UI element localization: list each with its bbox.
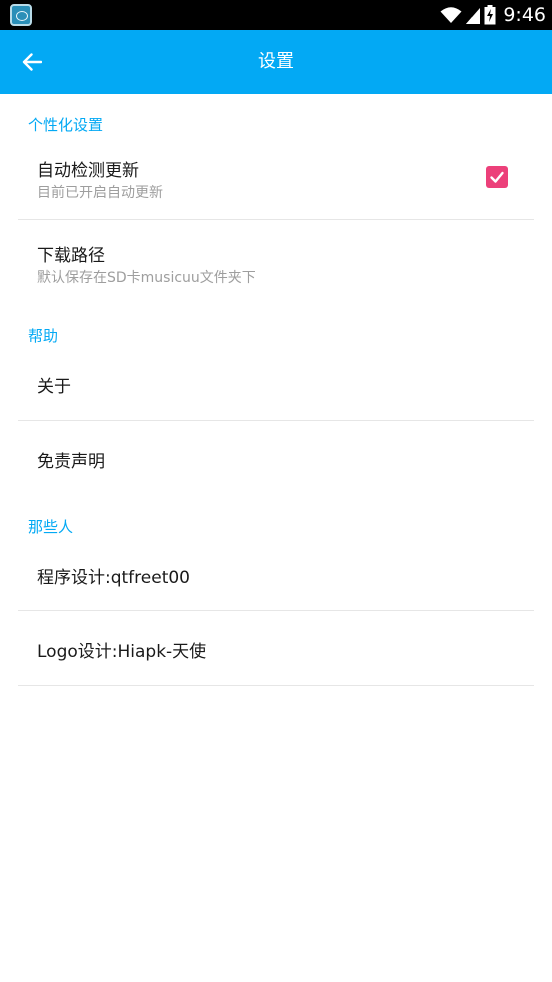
setting-auto-update-title: 自动检测更新 — [37, 161, 139, 181]
section-header-personalization: 个性化设置 — [28, 116, 104, 134]
credit-logo-design-title: Logo设计:Hiapk-天使 — [37, 642, 207, 662]
setting-download-path-subtitle: 默认保存在SD卡musicuu文件夹下 — [37, 270, 256, 286]
credit-program-design[interactable]: 程序设计:qtfreet00 — [18, 538, 534, 610]
setting-auto-update-subtitle: 目前已开启自动更新 — [37, 185, 163, 201]
credit-logo-design[interactable]: Logo设计:Hiapk-天使 — [18, 611, 534, 685]
status-bar: 9:46 — [0, 0, 552, 30]
setting-download-path[interactable]: 下载路径 默认保存在SD卡musicuu文件夹下 — [18, 220, 534, 305]
setting-download-path-title: 下载路径 — [37, 246, 105, 266]
section-header-help: 帮助 — [28, 327, 59, 345]
page-title: 设置 — [258, 51, 294, 72]
setting-about[interactable]: 关于 — [18, 348, 534, 420]
app-notification-icon — [10, 4, 32, 26]
app-bar: 设置 — [0, 30, 552, 94]
status-time: 9:46 — [503, 4, 546, 26]
divider — [18, 685, 534, 686]
wifi-icon — [440, 7, 462, 23]
auto-update-checkbox[interactable] — [486, 166, 508, 188]
setting-disclaimer-title: 免责声明 — [37, 452, 105, 472]
battery-icon — [484, 5, 496, 25]
back-button[interactable] — [12, 42, 52, 82]
signal-icon — [466, 8, 481, 24]
setting-disclaimer[interactable]: 免责声明 — [18, 421, 534, 495]
setting-about-title: 关于 — [37, 377, 71, 397]
setting-auto-update[interactable]: 自动检测更新 目前已开启自动更新 — [18, 146, 534, 220]
arrow-back-icon — [22, 53, 42, 71]
credit-program-design-title: 程序设计:qtfreet00 — [37, 568, 190, 588]
checkmark-icon — [490, 171, 504, 183]
status-right: 9:46 — [440, 0, 546, 30]
section-header-people: 那些人 — [28, 518, 74, 536]
